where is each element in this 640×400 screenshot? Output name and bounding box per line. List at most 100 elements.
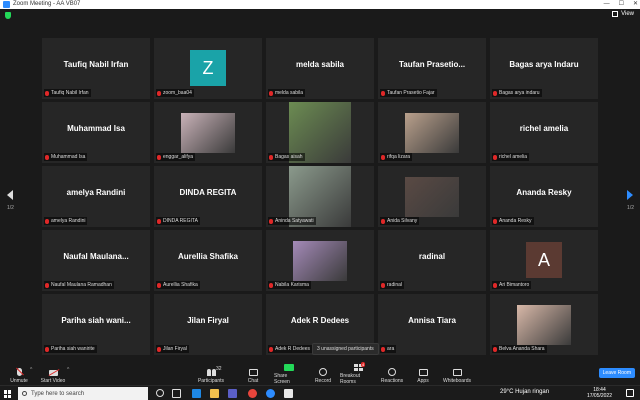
participant-name-label: Muhammad Isa	[51, 154, 86, 160]
participant-name-label: Adek R Dedees	[275, 346, 311, 352]
participant-tile[interactable]: Bagas arya Indaru Bagas arya indaru	[490, 38, 598, 99]
muted-mic-icon	[45, 154, 49, 160]
participant-display-name: Aurellia Shafika	[177, 252, 239, 261]
edge-browser-icon[interactable]	[192, 389, 201, 398]
start-video-button[interactable]: Start Video	[40, 361, 66, 385]
video-off-icon	[48, 370, 58, 376]
muted-mic-icon	[269, 346, 273, 352]
notification-center-icon[interactable]	[626, 389, 634, 397]
participant-display-name: Annisa Tiara	[408, 316, 456, 325]
participant-tile[interactable]: Muhammad Isa Muhammad Isa	[42, 102, 150, 163]
participant-name-tag: zoom_baa04	[156, 89, 194, 97]
muted-mic-icon	[45, 90, 49, 96]
participant-display-name: amelya Randini	[66, 188, 126, 197]
task-view-icon[interactable]	[172, 389, 181, 398]
participant-tile[interactable]: Taufiq Nabil Irfan Taufiq Nabil Irfan	[42, 38, 150, 99]
participant-tile[interactable]: Zzoom_baa04	[154, 38, 262, 99]
participant-video-feed	[181, 112, 235, 153]
share-screen-button[interactable]: Share Screen	[274, 361, 304, 385]
store-icon[interactable]	[228, 389, 237, 398]
unmute-button[interactable]: Unmute	[8, 361, 30, 385]
meeting-toolbar: Unmute ^ Start Video ^ Participants 32 C…	[0, 361, 640, 385]
windows-start-icon[interactable]	[4, 390, 12, 398]
maximize-button[interactable]: ☐	[619, 0, 624, 9]
participant-name-label: DINDA REGITA	[163, 218, 198, 224]
participant-tile[interactable]: Annisa Tiara ara	[378, 294, 486, 355]
participant-display-name: Taufiq Nabil Irfan	[63, 60, 129, 69]
taskbar-clock[interactable]: 18:44 17/05/2022	[587, 387, 612, 399]
participant-tile[interactable]: enggar_alifya	[154, 102, 262, 163]
participant-tile[interactable]: Pariha siah wani... Pariha siah wanirite	[42, 294, 150, 355]
participant-tile[interactable]: richel amelia richel amelia	[490, 102, 598, 163]
participant-name-label: Bagas arya indaru	[499, 90, 540, 96]
participant-tile[interactable]: Aninda Satyawati	[266, 166, 374, 227]
participant-name-tag: Naufal Maulana Ramadhan	[44, 281, 114, 289]
participant-tile[interactable]: Nabila Karisma	[266, 230, 374, 291]
meeting-top-strip	[0, 9, 640, 21]
zoom-taskbar-icon[interactable]	[266, 389, 275, 398]
participant-tile[interactable]: Aurellia Shafika Aurellia Shafika	[154, 230, 262, 291]
participant-tile[interactable]: melda sabila melda sabila	[266, 38, 374, 99]
participant-tile[interactable]: Ananda Resky Ananda Resky	[490, 166, 598, 227]
muted-mic-icon	[493, 282, 497, 288]
reactions-button[interactable]: Reactions	[381, 361, 403, 385]
muted-microphone-icon	[16, 368, 22, 376]
participant-name-tag: Taufiq Nabil Irfan	[44, 89, 91, 97]
participant-tile[interactable]: Anida Silvany	[378, 166, 486, 227]
next-page-arrow-icon[interactable]	[627, 190, 633, 200]
close-window-button[interactable]: ✕	[633, 0, 638, 9]
leave-room-button[interactable]: Leave Room	[598, 368, 635, 378]
record-label: Record	[314, 378, 332, 384]
participant-name-tag: DINDA REGITA	[156, 217, 200, 225]
gallery-view: Taufiq Nabil Irfan Taufiq Nabil Irfan Zzoo…	[0, 21, 640, 361]
apps-button[interactable]: Apps	[415, 361, 431, 385]
taskbar-search-input[interactable]: Type here to search	[18, 387, 148, 400]
reactions-label: Reactions	[380, 378, 404, 384]
video-options-caret-icon[interactable]: ^	[67, 367, 69, 373]
share-screen-label: Share Screen	[274, 373, 290, 385]
cortana-icon[interactable]	[156, 389, 164, 397]
record-button[interactable]: Record	[313, 361, 333, 385]
participants-count: 32	[216, 366, 222, 372]
participant-tile[interactable]: Taufan Prasetio... Taufan Prasetio Fajar	[378, 38, 486, 99]
breakout-rooms-label: Breakout Rooms	[340, 373, 361, 385]
participant-name-tag: ara	[380, 345, 397, 353]
participant-name-label: Anida Silvany	[387, 218, 418, 224]
view-button[interactable]: View	[612, 11, 634, 17]
participant-tile[interactable]: DINDA REGITA DINDA REGITA	[154, 166, 262, 227]
participants-button[interactable]: Participants	[197, 361, 225, 385]
chat-button[interactable]: Chat	[244, 361, 262, 385]
breakout-rooms-button[interactable]: Breakout Rooms	[340, 361, 376, 385]
participant-name-tag: Bagas arya indaru	[492, 89, 542, 97]
participant-name-tag: Adek R Dedees	[268, 345, 313, 353]
security-shield-icon[interactable]	[5, 12, 11, 19]
minimize-button[interactable]: —	[604, 0, 610, 9]
file-explorer-icon[interactable]	[210, 389, 219, 398]
chrome-icon[interactable]	[248, 389, 257, 398]
window-titlebar: Zoom Meeting - AA VB07 — ☐ ✕	[0, 0, 640, 9]
participant-display-name: melda sabila	[295, 60, 345, 69]
participant-display-name: Ananda Resky	[516, 188, 572, 197]
participant-name-label: amelya Randini	[51, 218, 86, 224]
participant-tile[interactable]: radinal radinal	[378, 230, 486, 291]
participant-tile[interactable]: amelya Randini amelya Randini	[42, 166, 150, 227]
participant-avatar: Z	[190, 50, 226, 86]
participant-name-label: ara	[387, 346, 395, 352]
whiteboards-button[interactable]: Whiteboards	[443, 361, 471, 385]
participant-name-tag: Belva Ananda Shara	[492, 345, 547, 353]
search-icon	[22, 391, 27, 396]
muted-mic-icon	[157, 282, 161, 288]
weather-widget[interactable]: 29°C Hujan ringan	[500, 389, 549, 395]
participant-tile[interactable]: Bagas aisah	[266, 102, 374, 163]
participant-tile[interactable]: A Ari Bimantoro	[490, 230, 598, 291]
participant-name-tag: Muhammad Isa	[44, 153, 88, 161]
participant-name-label: Ananda Resky	[499, 218, 532, 224]
participant-tile[interactable]: Naufal Maulana... Naufal Maulana Ramadhan	[42, 230, 150, 291]
audio-options-caret-icon[interactable]: ^	[30, 367, 32, 373]
participant-tile[interactable]: rifqa lizara	[378, 102, 486, 163]
unassigned-participants-notice[interactable]: 3 unassigned participants	[312, 343, 379, 355]
participant-tile[interactable]: Jilan Firyal Jilan Firyal	[154, 294, 262, 355]
participant-tile[interactable]: Belva Ananda Shara	[490, 294, 598, 355]
app-taskbar-icon[interactable]	[284, 389, 293, 398]
previous-page-arrow-icon[interactable]	[7, 190, 13, 200]
